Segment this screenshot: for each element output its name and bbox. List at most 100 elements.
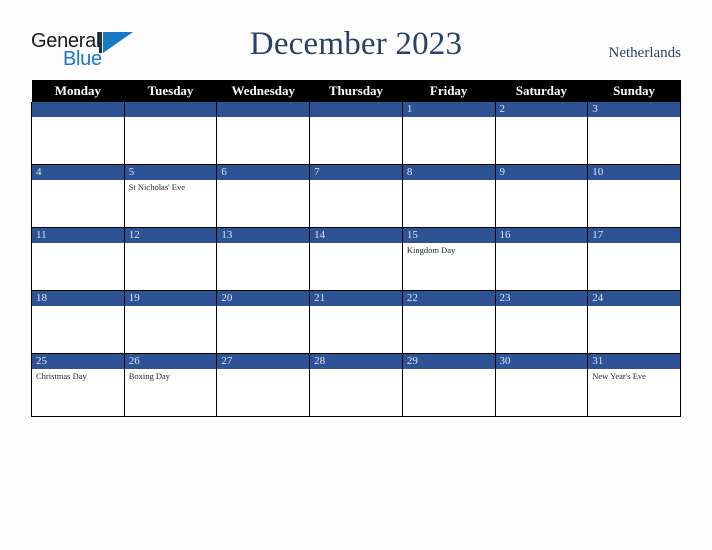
day-number: 4 [32,165,124,180]
calendar-week-row: 18 19 20 21 22 23 24 [31,290,681,354]
calendar-day-cell[interactable]: 26 Boxing Day [123,353,218,417]
calendar-day-cell[interactable]: 10 [587,164,681,228]
calendar-day-cell[interactable]: 15 Kingdom Day [401,227,496,291]
day-number: 14 [310,228,402,243]
calendar-day-cell[interactable]: 14 [309,227,403,291]
calendar-day-cell[interactable]: 19 [123,290,218,354]
day-events [588,180,680,182]
calendar-day-cell[interactable]: 1 [401,102,496,165]
day-events [588,306,680,308]
calendar-grid: Monday Tuesday Wednesday Thursday Friday… [31,80,681,417]
calendar-day-cell[interactable]: 16 [494,227,589,291]
calendar-day-cell[interactable]: 12 [123,227,218,291]
calendar-week-row: 4 5 St Nicholas' Eve 6 7 8 9 10 [31,164,681,228]
day-number: 7 [310,165,402,180]
page-title: December 2023 [249,26,463,62]
day-number: 12 [124,228,217,243]
day-number: 3 [588,102,680,117]
day-number: 31 [588,354,680,369]
day-events [310,369,402,371]
day-events [32,180,124,182]
day-events [125,243,217,245]
calendar-day-cell[interactable]: 20 [216,290,311,354]
day-number: 10 [588,165,680,180]
calendar-day-cell[interactable]: 25 Christmas Day [31,353,125,417]
weekday-header-tuesday: Tuesday [124,80,217,102]
weekday-header-row: Monday Tuesday Wednesday Thursday Friday… [31,80,681,102]
day-events [217,369,309,371]
day-number: 17 [588,228,680,243]
holiday-label: Kingdom Day [406,245,456,255]
day-events [496,369,588,371]
day-events [32,243,124,245]
weekday-header-saturday: Saturday [495,80,588,102]
day-events [496,180,588,182]
day-number: 18 [32,291,124,306]
holiday-label: Christmas Day [36,371,87,381]
calendar-week-row: 123 [31,102,681,165]
day-events [217,306,309,308]
day-events [403,306,495,308]
calendar-day-cell[interactable]: 31 New Year's Eve [587,353,681,417]
country-label: Netherlands [608,45,681,61]
day-number: 15 [402,228,495,243]
day-events [588,243,680,245]
calendar-day-cell[interactable]: 6 [216,164,311,228]
calendar-empty-cell [123,102,218,165]
day-number [124,102,217,117]
calendar-day-cell[interactable]: 21 [309,290,403,354]
day-number: 11 [32,228,124,243]
calendar-day-cell[interactable]: 17 [587,227,681,291]
day-number [217,102,310,117]
holiday-label: St Nicholas' Eve [128,182,186,192]
day-events: Kingdom Day [403,243,495,256]
calendar-day-cell[interactable]: 4 [31,164,125,228]
day-number: 27 [217,354,310,369]
calendar-day-cell[interactable]: 18 [31,290,125,354]
calendar-body: 1 2 3 4 5 St Nicholas' Eve 6 7 8 9 10 11 12 13 14 15 Kin… [31,102,681,417]
day-events [310,180,402,182]
calendar-week-row: 25 Christmas Day 26 Boxing Day 27 28 29 30 31 New… [31,353,681,417]
day-number: 5 [124,165,217,180]
calendar-day-cell[interactable]: 8 [401,164,496,228]
day-events [496,306,588,308]
day-number: 13 [217,228,310,243]
day-events: New Year's Eve [588,369,680,382]
day-events [32,306,124,308]
day-events [125,306,217,308]
calendar-day-cell[interactable]: 24 [587,290,681,354]
day-number: 2 [495,102,588,117]
day-number: 1 [402,102,495,117]
calendar-day-cell[interactable]: 23 [494,290,589,354]
weekday-header-sunday: Sunday [587,80,681,102]
day-events [310,243,402,245]
page-header: General Blue December 2023 Netherlands [0,0,712,80]
day-events: St Nicholas' Eve [125,180,217,193]
calendar-day-cell[interactable]: 11 [31,227,125,291]
day-number: 20 [217,291,310,306]
weekday-header-wednesday: Wednesday [216,80,310,102]
calendar-day-cell[interactable]: 22 [401,290,496,354]
day-events [403,117,495,119]
calendar-day-cell[interactable]: 27 [216,353,311,417]
day-events [403,180,495,182]
calendar-day-cell[interactable]: 9 [494,164,589,228]
holiday-label: Boxing Day [128,371,171,381]
day-number [32,102,124,117]
day-events [403,369,495,371]
day-events: Boxing Day [125,369,217,382]
day-number: 25 [32,354,124,369]
calendar-day-cell[interactable]: 28 [309,353,403,417]
calendar-day-cell[interactable]: 7 [309,164,403,228]
calendar-day-cell[interactable]: 3 [587,102,681,165]
calendar-day-cell[interactable]: 2 [494,102,589,165]
calendar-day-cell[interactable]: 5 St Nicholas' Eve [123,164,218,228]
holiday-label: New Year's Eve [592,371,646,381]
day-events [310,306,402,308]
calendar-empty-cell [309,102,403,165]
day-number: 21 [310,291,402,306]
calendar-day-cell[interactable]: 13 [216,227,311,291]
calendar-empty-cell [31,102,125,165]
calendar-day-cell[interactable]: 30 [494,353,589,417]
calendar-day-cell[interactable]: 29 [401,353,496,417]
